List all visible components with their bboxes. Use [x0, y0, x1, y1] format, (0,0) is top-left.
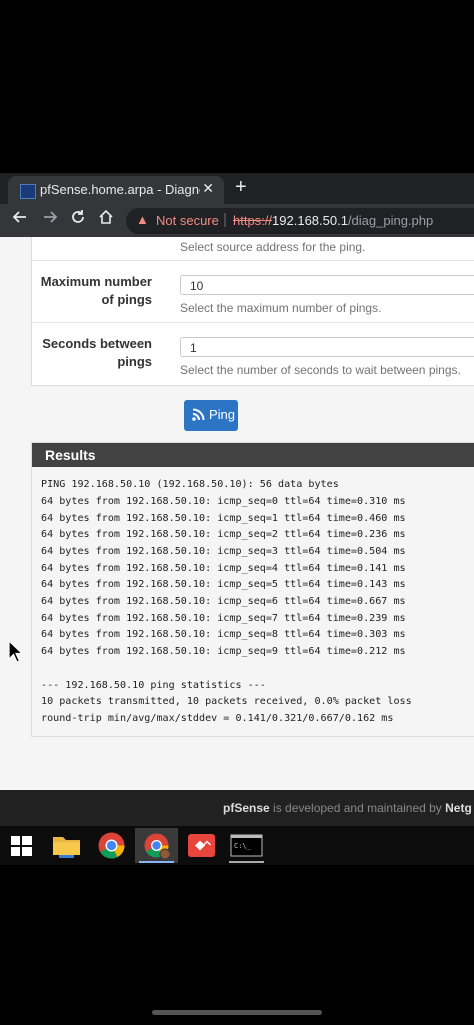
mouse-cursor-icon: [8, 640, 24, 663]
footer-company-link[interactable]: Netg: [445, 801, 472, 815]
tab-bar: pfSense.home.arpa - Diagnostics ✕ +: [0, 173, 474, 204]
url-separator: |: [223, 211, 227, 228]
tab-pfsense-diagnostics[interactable]: pfSense.home.arpa - Diagnostics ✕: [8, 176, 224, 204]
windows-start-icon[interactable]: [0, 828, 43, 863]
url-path: /diag_ping.php: [347, 213, 434, 228]
rss-icon: [192, 408, 205, 421]
ping-reply-line: 64 bytes from 192.168.50.10: icmp_seq=7 …: [41, 613, 406, 624]
ping-button-label: Ping: [209, 407, 236, 422]
results-title: Results: [45, 447, 96, 463]
url-text[interactable]: https://192.168.50.1/diag_ping.php: [233, 213, 433, 228]
max-pings-label-line1: Maximum number: [40, 274, 152, 289]
seconds-between-input[interactable]: 1: [180, 337, 474, 357]
url-scheme: https://: [233, 213, 273, 228]
max-pings-label: Maximum number of pings: [41, 273, 152, 309]
file-explorer-icon[interactable]: [45, 828, 88, 863]
address-bar[interactable]: ▲ Not secure | https://192.168.50.1/diag…: [126, 208, 474, 234]
pfsense-favicon-icon: [20, 184, 36, 199]
anydesk-icon[interactable]: [180, 828, 223, 863]
back-arrow-icon[interactable]: [12, 209, 28, 230]
forward-arrow-icon[interactable]: [42, 209, 58, 230]
not-secure-label[interactable]: Not secure: [156, 213, 219, 228]
chrome-profile-icon[interactable]: [135, 828, 178, 863]
row-divider: [32, 322, 474, 323]
browser-toolbar: ▲ Not secure | https://192.168.50.1/diag…: [0, 204, 474, 237]
ping-reply-line: 64 bytes from 192.168.50.10: icmp_seq=1 …: [41, 513, 406, 524]
new-tab-button[interactable]: +: [235, 176, 247, 199]
active-indicator: [139, 861, 174, 863]
ping-stats-rtt: round-trip min/avg/max/stddev = 0.141/0.…: [41, 713, 394, 724]
ping-reply-line: 64 bytes from 192.168.50.10: icmp_seq=5 …: [41, 579, 406, 590]
ping-form-panel: Select source address for the ping. Maxi…: [31, 237, 474, 386]
ping-header-line: PING 192.168.50.10 (192.168.50.10): 56 d…: [41, 479, 339, 490]
ping-reply-line: 64 bytes from 192.168.50.10: icmp_seq=3 …: [41, 546, 406, 557]
max-pings-input[interactable]: 10: [180, 275, 474, 295]
reload-icon[interactable]: [70, 209, 86, 230]
cmd-prompt-text: C:\_: [234, 842, 252, 850]
ping-reply-line: 64 bytes from 192.168.50.10: icmp_seq=9 …: [41, 646, 406, 657]
warning-triangle-icon[interactable]: ▲: [136, 212, 149, 227]
source-address-help: Select source address for the ping.: [180, 240, 366, 254]
footer-body: is developed and maintained by: [269, 801, 446, 815]
ping-reply-line: 64 bytes from 192.168.50.10: icmp_seq=8 …: [41, 629, 406, 640]
results-panel: Results PING 192.168.50.10 (192.168.50.1…: [31, 442, 474, 737]
results-output: PING 192.168.50.10 (192.168.50.10): 56 d…: [32, 467, 474, 736]
page-content: Select source address for the ping. Maxi…: [0, 237, 474, 790]
seconds-between-label-line2: pings: [117, 354, 152, 369]
ping-reply-line: 64 bytes from 192.168.50.10: icmp_seq=6 …: [41, 596, 406, 607]
home-icon[interactable]: [98, 209, 114, 230]
url-host: 192.168.50.1: [272, 213, 348, 228]
command-prompt-icon[interactable]: C:\_: [225, 828, 268, 863]
footer-brand: pfSense: [223, 801, 270, 815]
windows-taskbar: C:\_: [0, 826, 474, 865]
ping-reply-line: 64 bytes from 192.168.50.10: icmp_seq=2 …: [41, 529, 406, 540]
tab-close-icon[interactable]: ✕: [202, 180, 214, 197]
ping-reply-line: 64 bytes from 192.168.50.10: icmp_seq=0 …: [41, 496, 406, 507]
tab-title: pfSense.home.arpa - Diagnostics: [40, 182, 200, 197]
ping-reply-line: 64 bytes from 192.168.50.10: icmp_seq=4 …: [41, 563, 406, 574]
seconds-between-label-line1: Seconds between: [42, 336, 152, 351]
ping-button[interactable]: Ping: [184, 400, 238, 431]
ping-stats-header: --- 192.168.50.10 ping statistics ---: [41, 680, 266, 691]
home-indicator: [152, 1010, 322, 1015]
seconds-between-help: Select the number of seconds to wait bet…: [180, 363, 461, 377]
results-header: Results: [32, 443, 474, 467]
ping-stats-packets: 10 packets transmitted, 10 packets recei…: [41, 696, 412, 707]
seconds-between-label: Seconds between pings: [42, 335, 152, 371]
page-footer: pfSense is developed and maintained by N…: [0, 790, 474, 826]
chrome-icon[interactable]: [90, 828, 133, 863]
max-pings-help: Select the maximum number of pings.: [180, 301, 382, 315]
footer-text: pfSense is developed and maintained by N…: [223, 801, 472, 815]
running-indicator: [229, 861, 264, 863]
row-divider: [32, 260, 474, 261]
max-pings-label-line2: of pings: [101, 292, 152, 307]
